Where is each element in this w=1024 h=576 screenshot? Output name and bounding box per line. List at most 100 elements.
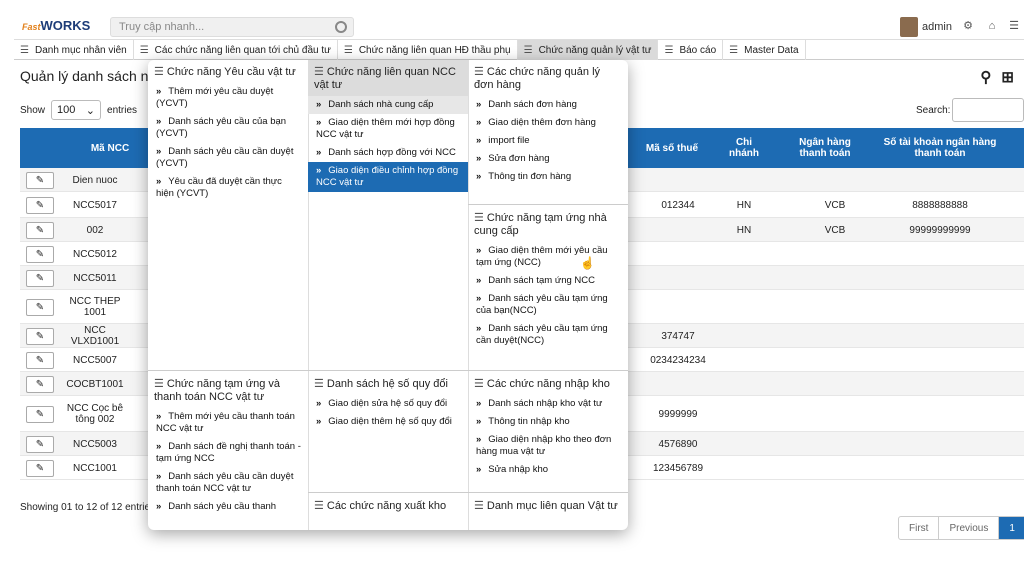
chevron-right-icon: » bbox=[476, 153, 482, 164]
menu-icon[interactable]: ☰ bbox=[1008, 20, 1020, 32]
cell-branch: HN bbox=[736, 224, 752, 236]
menu-link[interactable]: » Thông tin nhập kho bbox=[468, 413, 628, 431]
app-logo[interactable]: FastWORKS bbox=[22, 18, 90, 33]
edit-button[interactable]: ✎ bbox=[26, 196, 54, 214]
page-current-button[interactable]: 1 bbox=[999, 517, 1024, 539]
user-menu[interactable]: admin bbox=[900, 16, 952, 38]
cell-bank bbox=[800, 266, 870, 290]
menu-link[interactable]: » Giao diện sửa hệ số quy đổi bbox=[308, 395, 468, 413]
menu-link[interactable]: » Danh sách yêu cầu cần duyệt thanh toán … bbox=[148, 468, 308, 498]
chevron-right-icon: » bbox=[476, 171, 482, 182]
cell-branch bbox=[720, 266, 768, 290]
menu-link[interactable]: » Danh sách yêu cầu tạm ứng cần duyệt(NCC… bbox=[468, 320, 628, 350]
edit-button[interactable]: ✎ bbox=[26, 459, 54, 477]
edit-button[interactable]: ✎ bbox=[26, 221, 54, 239]
menu-link[interactable]: » Danh sách tạm ứng NCC bbox=[468, 272, 628, 290]
edit-button[interactable]: ✎ bbox=[26, 435, 54, 453]
cell-tax bbox=[648, 168, 708, 192]
entries-label: entries bbox=[107, 104, 138, 116]
avatar bbox=[900, 17, 918, 37]
chevron-right-icon: » bbox=[316, 165, 322, 176]
menu-item-label: Các chức năng liên quan tới chủ đầu tư bbox=[154, 44, 331, 56]
menu-link[interactable]: » Danh sách yêu cầu tạm ứng của bạn(NCC) bbox=[468, 290, 628, 320]
menu-link[interactable]: » Thêm mới yêu cầu duyệt (YCVT) bbox=[148, 83, 308, 113]
search-icon[interactable] bbox=[335, 21, 347, 33]
menu-link[interactable]: » Danh sách yêu cầu cần duyệt (YCVT) bbox=[148, 143, 308, 173]
menu-link[interactable]: » Sửa đơn hàng bbox=[468, 150, 628, 168]
edit-button[interactable]: ✎ bbox=[26, 327, 54, 345]
menu-link[interactable]: » Giao diện thêm đơn hàng bbox=[468, 114, 628, 132]
edit-button[interactable]: ✎ bbox=[26, 375, 54, 393]
entries-select[interactable]: 100 ⌄ bbox=[51, 100, 102, 120]
menu-link[interactable]: » Giao diện điều chỉnh hợp đồng NCC vật t… bbox=[308, 162, 468, 192]
cell-bank bbox=[800, 324, 870, 348]
edit-button[interactable]: ✎ bbox=[26, 405, 54, 423]
cell-branch bbox=[720, 168, 768, 192]
cell-bank bbox=[800, 372, 870, 396]
chevron-right-icon: » bbox=[156, 146, 162, 157]
col-header-account[interactable]: Số tài khoản ngân hàng thanh toán bbox=[880, 128, 1000, 168]
menu-link[interactable]: » Danh sách đơn hàng bbox=[468, 96, 628, 114]
menu-section: ☰ Các chức năng xuất kho bbox=[308, 494, 468, 517]
edit-button[interactable]: ✎ bbox=[26, 171, 54, 189]
page-previous-button[interactable]: Previous bbox=[939, 517, 1000, 539]
chevron-right-icon: » bbox=[156, 501, 162, 512]
edit-button[interactable]: ✎ bbox=[26, 269, 54, 287]
menu-item-3[interactable]: ☰ Chức năng quản lý vật tư bbox=[517, 40, 659, 60]
menu-item-label: Chức năng quản lý vật tư bbox=[538, 44, 652, 56]
add-icon[interactable]: ⊞ bbox=[1001, 68, 1014, 86]
col-header-branch[interactable]: Chi nhánh bbox=[720, 128, 768, 168]
menu-item-4[interactable]: ☰ Báo cáo bbox=[658, 40, 724, 60]
edit-button[interactable]: ✎ bbox=[26, 298, 54, 316]
menu-link[interactable]: » Thêm mới yêu cầu thanh toán NCC vật tư bbox=[148, 408, 308, 438]
hamburger-icon: ☰ bbox=[474, 212, 484, 224]
edit-button[interactable]: ✎ bbox=[26, 351, 54, 369]
menu-link[interactable]: » Danh sách nhà cung cấp bbox=[308, 96, 468, 114]
menu-link[interactable]: » Giao diện nhập kho theo đơn hàng mua vậ… bbox=[468, 431, 628, 461]
menu-link[interactable]: » Yêu cầu đã duyệt cần thực hiện (YCVT) bbox=[148, 173, 308, 203]
edit-button[interactable]: ✎ bbox=[26, 245, 54, 263]
menu-link[interactable]: » Sửa nhập kho bbox=[468, 461, 628, 479]
menu-link[interactable]: » Danh sách yêu cầu thanh bbox=[148, 498, 308, 516]
col-header-code[interactable]: Mã NCC bbox=[70, 128, 150, 168]
page-first-button[interactable]: First bbox=[899, 517, 940, 539]
menu-link[interactable]: » import file bbox=[468, 132, 628, 150]
menu-link[interactable]: » Danh sách hợp đồng với NCC bbox=[308, 144, 468, 162]
cell-tax bbox=[648, 242, 708, 266]
chevron-right-icon: » bbox=[476, 434, 482, 445]
menu-item-label: Danh mục nhân viên bbox=[34, 44, 127, 56]
menu-link[interactable]: » Danh sách yêu cầu của bạn (YCVT) bbox=[148, 113, 308, 143]
cell-account bbox=[880, 324, 1000, 348]
cell-code: NCC5012 bbox=[73, 248, 117, 260]
menu-link[interactable]: » Thông tin đơn hàng bbox=[468, 168, 628, 186]
chevron-right-icon: » bbox=[316, 147, 322, 158]
pagination: First Previous 1 bbox=[898, 516, 1024, 540]
menu-item-0[interactable]: ☰ Danh mục nhân viên bbox=[14, 40, 134, 60]
col-header-tax[interactable]: Mã số thuế bbox=[632, 128, 712, 168]
menu-link[interactable]: » Giao diện thêm mới yêu cầu tạm ứng (NCC… bbox=[468, 242, 628, 272]
menu-item-5[interactable]: ☰ Master Data bbox=[723, 40, 806, 60]
search-icon[interactable]: ⚲ bbox=[980, 68, 991, 86]
menu-item-2[interactable]: ☰ Chức năng liên quan HĐ thầu phụ bbox=[338, 40, 518, 60]
cell-account bbox=[880, 290, 1000, 324]
home-icon[interactable]: ⌂ bbox=[986, 20, 998, 32]
menu-link[interactable]: » Giao diện thêm hệ số quy đổi bbox=[308, 413, 468, 431]
menu-link[interactable]: » Danh sách đề nghị thanh toán - tạm ứng … bbox=[148, 438, 308, 468]
show-label: Show bbox=[20, 104, 46, 116]
hamburger-icon: ☰ bbox=[474, 500, 484, 512]
chevron-right-icon: » bbox=[316, 398, 322, 409]
menu-section: ☰ Danh mục liên quan Vật tư bbox=[468, 494, 628, 517]
menu-link[interactable]: » Danh sách nhập kho vật tư bbox=[468, 395, 628, 413]
col-header-bank[interactable]: Ngân hàng thanh toán bbox=[790, 128, 860, 168]
quick-search-input[interactable]: Truy cập nhanh... bbox=[110, 17, 354, 37]
hamburger-icon: ☰ bbox=[314, 66, 324, 78]
cell-tax: 012344 bbox=[661, 199, 695, 211]
cell-branch bbox=[720, 456, 768, 480]
gear-icon[interactable]: ⚙ bbox=[962, 20, 974, 32]
user-name: admin bbox=[922, 21, 952, 33]
main-menu: ☰ Danh mục nhân viên ☰ Các chức năng liên q… bbox=[14, 40, 1024, 60]
menu-link[interactable]: » Giao diện thêm mới hợp đồng NCC vật tư bbox=[308, 114, 468, 144]
menu-item-1[interactable]: ☰ Các chức năng liên quan tới chủ đầu tư bbox=[134, 40, 338, 60]
chevron-right-icon: » bbox=[156, 86, 162, 97]
table-search-input[interactable] bbox=[952, 98, 1024, 122]
